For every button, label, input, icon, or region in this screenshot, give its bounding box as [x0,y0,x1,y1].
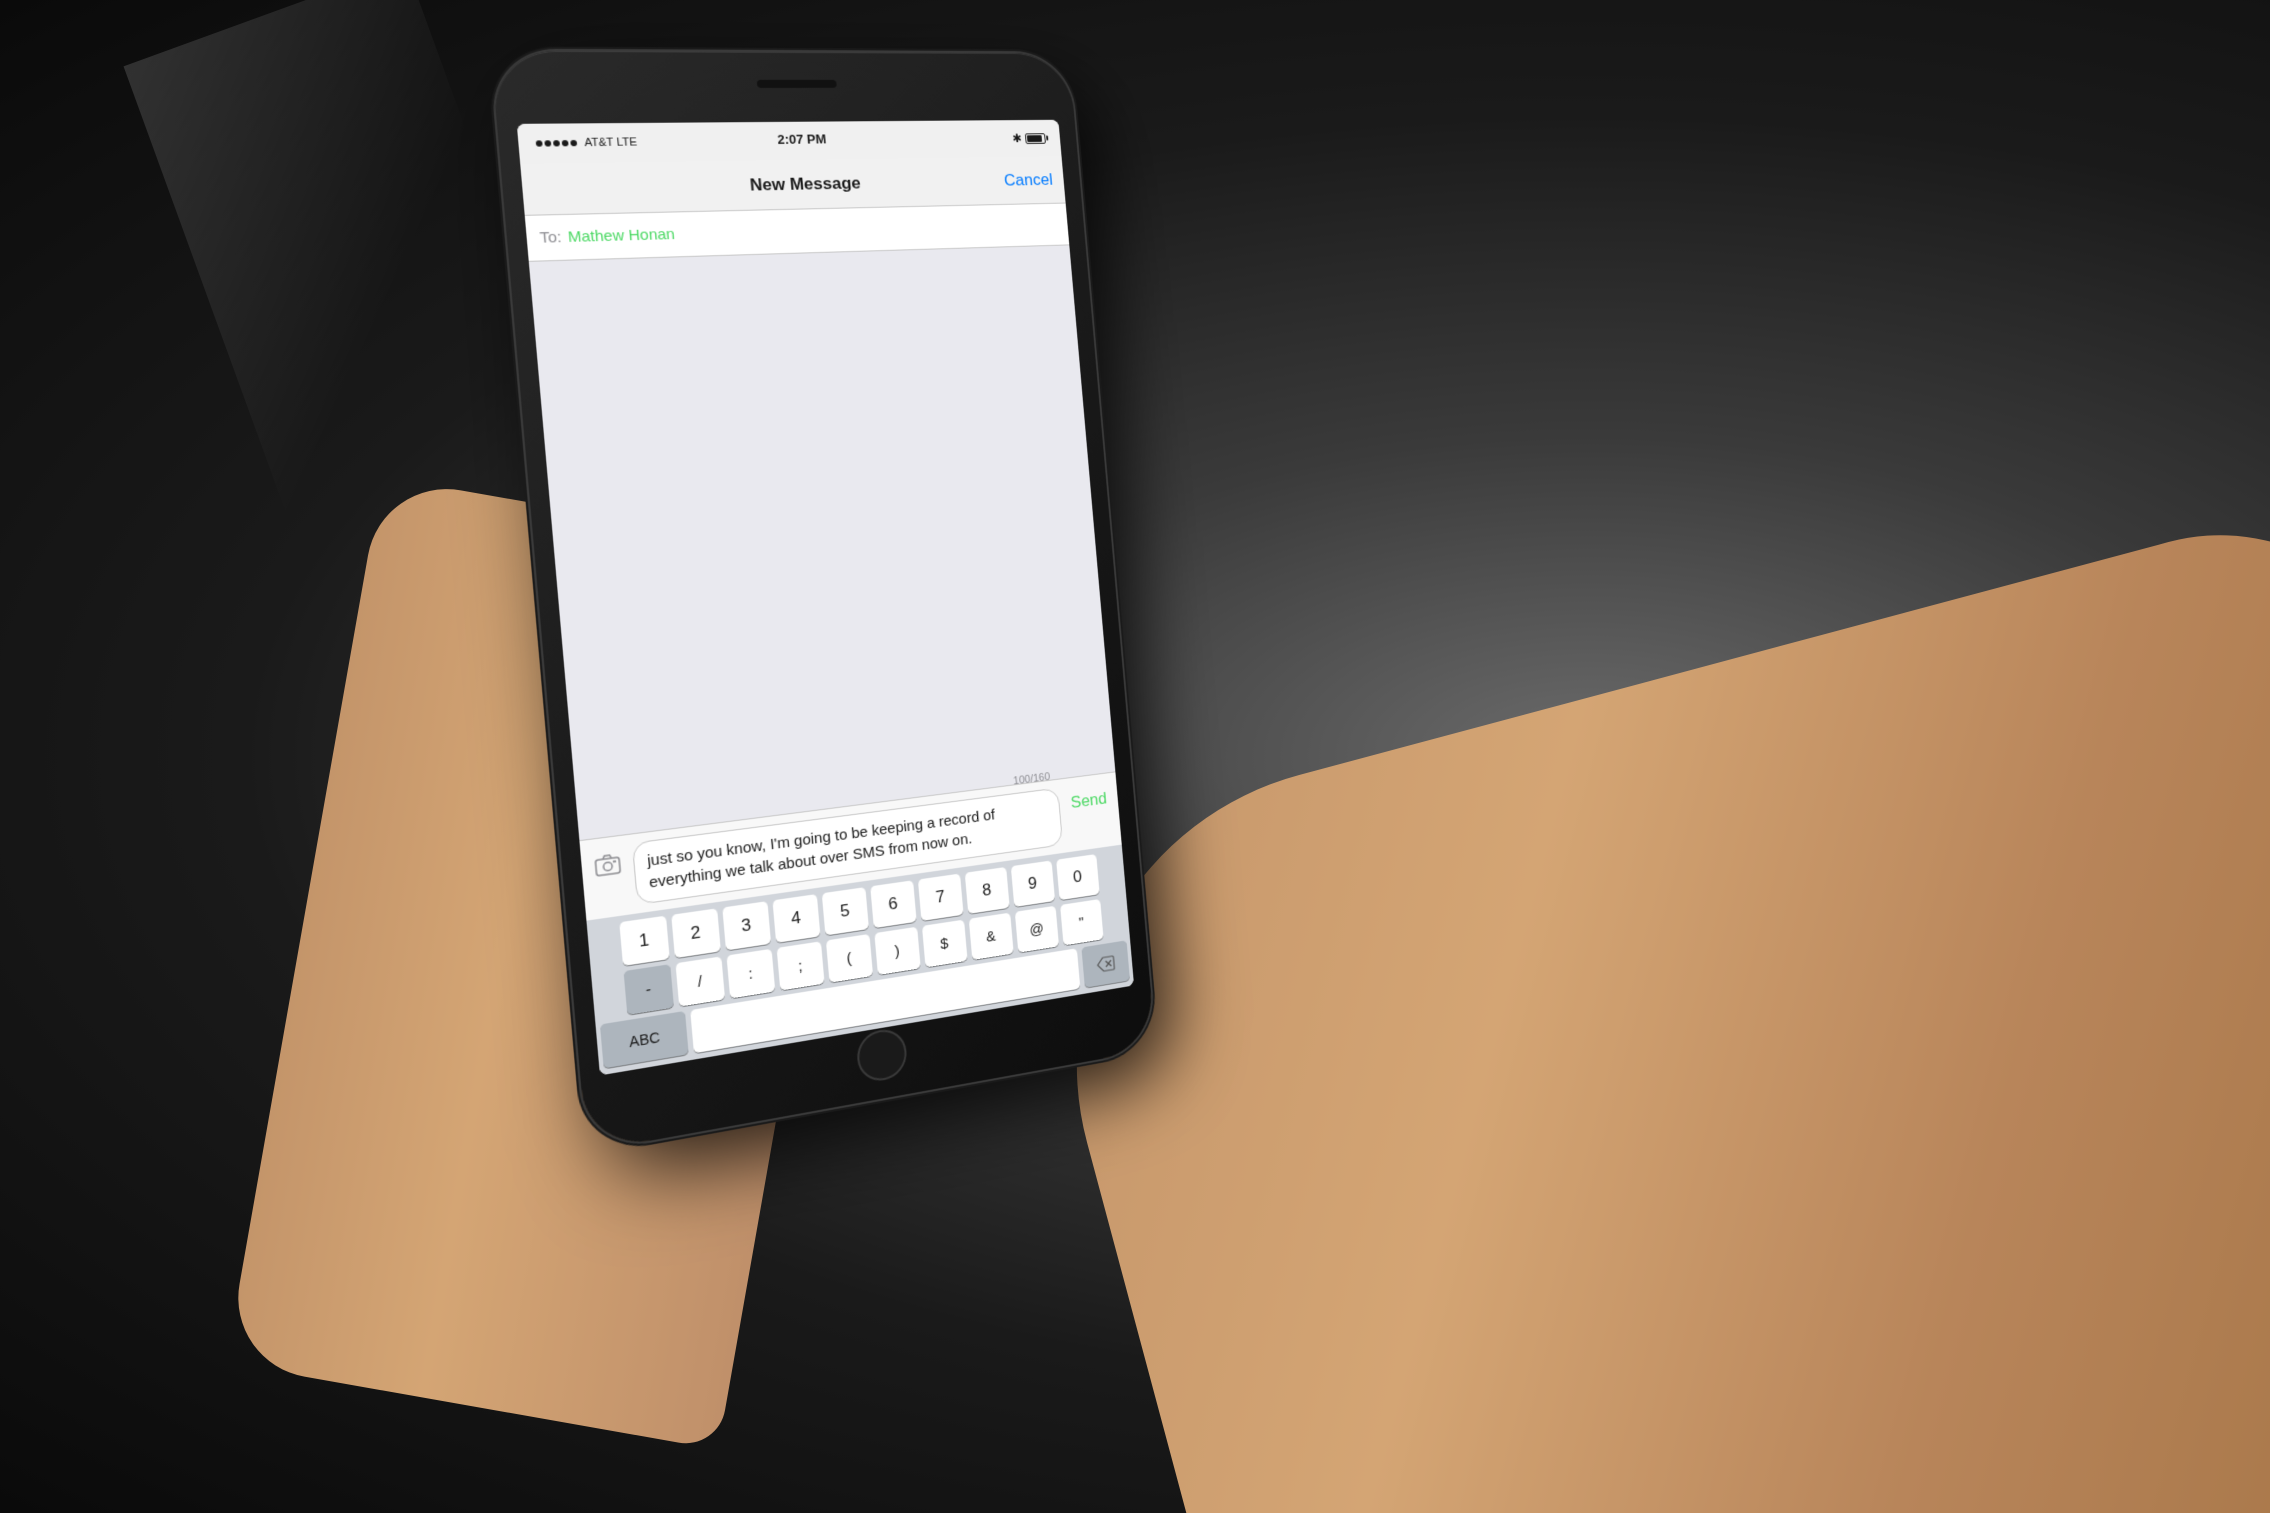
key-rparen[interactable]: ) [874,927,920,975]
bluetooth-icon: ✱ [1012,132,1022,146]
home-button[interactable] [855,1026,908,1084]
key-amp[interactable]: & [968,913,1013,960]
key-1[interactable]: 1 [619,916,670,966]
signal-dot-1 [536,140,543,146]
status-time: 2:07 PM [777,131,827,146]
signal-dot-4 [562,140,569,146]
cancel-button[interactable]: Cancel [1003,170,1053,190]
key-colon[interactable]: : [726,949,775,999]
key-semicolon[interactable]: ; [776,941,824,990]
send-button[interactable]: Send [1066,783,1112,819]
key-2[interactable]: 2 [671,908,721,958]
signal-dot-2 [544,140,551,146]
camera-button[interactable] [589,846,626,884]
phone-screen: AT&T LTE 2:07 PM ✱ New Message Cancel [517,120,1134,1076]
delete-key[interactable] [1081,940,1130,988]
phone: AT&T LTE 2:07 PM ✱ New Message Cancel [491,51,1156,1153]
key-at[interactable]: @ [1014,906,1058,953]
key-3[interactable]: 3 [722,901,771,950]
battery-fill [1027,135,1042,142]
side-button [1085,243,1095,300]
signal-indicator [536,140,578,147]
camera-icon [594,853,622,877]
battery-indicator [1025,133,1046,144]
hand-right [1009,490,2270,1513]
carrier-label: AT&T LTE [584,136,638,149]
recipient-name: Mathew Honan [567,226,675,246]
key-9[interactable]: 9 [1010,860,1054,907]
status-left: AT&T LTE [535,136,637,149]
scene: AT&T LTE 2:07 PM ✱ New Message Cancel [0,0,2270,1513]
phone-speaker [757,80,837,88]
key-5[interactable]: 5 [821,887,868,935]
key-0[interactable]: 0 [1056,854,1100,900]
signal-dot-3 [553,140,560,146]
key-lparen[interactable]: ( [825,934,872,983]
key-8[interactable]: 8 [964,867,1009,914]
signal-dot-5 [570,140,577,146]
key-4[interactable]: 4 [772,894,820,943]
key-dollar[interactable]: $ [921,920,967,968]
status-right: ✱ [1012,131,1046,145]
abc-key[interactable]: ABC [600,1011,689,1068]
key-quote[interactable]: " [1060,899,1104,946]
nav-title: New Message [749,173,861,195]
message-body-area [529,245,1116,840]
battery-body [1025,133,1046,144]
delete-icon [1096,955,1115,973]
to-label: To: [539,229,562,247]
key-dash[interactable]: - [623,964,673,1015]
key-7[interactable]: 7 [917,874,963,921]
key-slash[interactable]: / [675,956,725,1006]
key-6[interactable]: 6 [870,880,916,928]
